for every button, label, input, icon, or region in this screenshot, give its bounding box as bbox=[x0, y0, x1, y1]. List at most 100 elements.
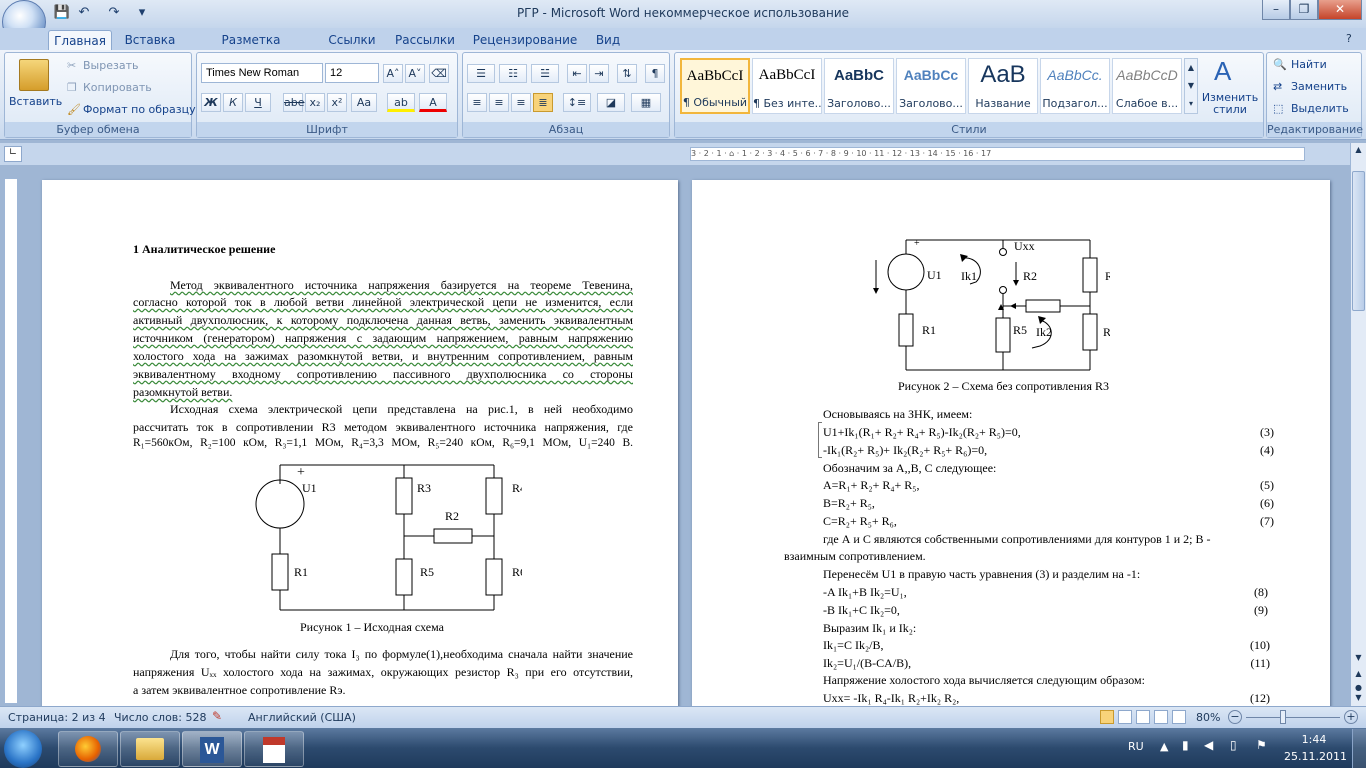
sort-icon[interactable]: ⇅ bbox=[617, 64, 637, 83]
outline-icon[interactable] bbox=[1154, 710, 1168, 724]
maximize-button[interactable]: ❐ bbox=[1290, 0, 1318, 20]
clear-format-icon[interactable]: ⌫ bbox=[429, 64, 449, 83]
start-button[interactable] bbox=[4, 730, 42, 768]
print-layout-icon[interactable] bbox=[1100, 710, 1114, 724]
font-size-combo[interactable]: 12 bbox=[325, 63, 379, 83]
tab-references[interactable]: Ссылки bbox=[322, 30, 382, 50]
browse-object-icon[interactable]: ● bbox=[1352, 683, 1365, 693]
style-heading-1[interactable]: AaBbC Заголово... bbox=[824, 58, 894, 114]
volume-icon[interactable]: ◀ bbox=[1204, 738, 1213, 752]
strike-button[interactable]: abe bbox=[283, 93, 305, 112]
taskbar-explorer[interactable] bbox=[120, 731, 180, 767]
action-center-icon[interactable]: ⚑ bbox=[1256, 738, 1267, 752]
word-count[interactable]: Число слов: 528 bbox=[114, 711, 207, 724]
u1-label: U1 bbox=[927, 268, 942, 282]
italic-button[interactable]: К bbox=[223, 93, 243, 112]
language-indicator[interactable]: Английский (США) bbox=[248, 711, 356, 724]
decrease-indent-icon[interactable]: ⇤ bbox=[567, 64, 587, 83]
page-2[interactable]: + U1 Uxx Ik1 R2 R4 R1 R5 Ik2 R6 Рисунок … bbox=[692, 180, 1330, 710]
tab-selector-icon[interactable]: ∟ bbox=[4, 146, 22, 162]
vertical-scrollbar[interactable]: ▲ ▼ ▲ ● ▼ bbox=[1350, 143, 1366, 706]
font-name-combo[interactable]: Times New Roman bbox=[201, 63, 323, 83]
help-icon[interactable]: ? bbox=[1346, 32, 1360, 46]
justify-icon[interactable]: ≣ bbox=[533, 93, 553, 112]
paste-button[interactable]: Вставить bbox=[9, 95, 62, 108]
bold-button[interactable]: Ж bbox=[201, 93, 221, 112]
scroll-thumb[interactable] bbox=[1352, 171, 1365, 311]
zoom-level[interactable]: 80% bbox=[1196, 711, 1220, 724]
align-center-icon[interactable]: ≡ bbox=[489, 93, 509, 112]
align-left-icon[interactable]: ≡ bbox=[467, 93, 487, 112]
proofing-icon[interactable]: ✎ bbox=[212, 709, 222, 723]
replace-button[interactable]: Заменить bbox=[1291, 80, 1347, 93]
style-heading-2[interactable]: AaBbCc Заголово... bbox=[896, 58, 966, 114]
change-case-button[interactable]: Aa bbox=[351, 93, 377, 112]
style-title[interactable]: AaB Название bbox=[968, 58, 1038, 114]
vertical-ruler[interactable] bbox=[4, 178, 18, 704]
numbering-icon[interactable]: ☷ bbox=[499, 64, 527, 83]
horizontal-ruler[interactable]: 3 · 2 · 1 · ⌂ · 1 · 2 · 3 · 4 · 5 · 6 · … bbox=[690, 147, 1305, 161]
style-subtitle[interactable]: AaBbCc. Подзагол... bbox=[1040, 58, 1110, 114]
draft-icon[interactable] bbox=[1172, 710, 1186, 724]
network-icon[interactable]: ▮ bbox=[1182, 738, 1189, 752]
font-color-icon[interactable]: A bbox=[419, 93, 447, 112]
input-language[interactable]: RU bbox=[1128, 740, 1144, 753]
equation-number: (10) bbox=[1250, 638, 1270, 652]
page-indicator[interactable]: Страница: 2 из 4 bbox=[8, 711, 106, 724]
bullets-icon[interactable]: ☰ bbox=[467, 64, 495, 83]
close-button[interactable]: ✕ bbox=[1318, 0, 1362, 20]
full-screen-reading-icon[interactable] bbox=[1118, 710, 1132, 724]
scroll-down-icon[interactable]: ▼ bbox=[1352, 653, 1365, 667]
show-marks-icon[interactable]: ¶ bbox=[645, 64, 665, 83]
equation-number: (9) bbox=[1254, 603, 1268, 617]
clock-time[interactable]: 1:44 bbox=[1292, 733, 1336, 746]
tab-insert[interactable]: Вставка bbox=[120, 30, 180, 50]
style-subtle-emphasis[interactable]: AaBbCcD Слабое в... bbox=[1112, 58, 1182, 114]
format-painter-button[interactable]: Формат по образцу bbox=[83, 103, 196, 116]
tab-home[interactable]: Главная bbox=[48, 30, 112, 50]
tab-view[interactable]: Вид bbox=[588, 30, 628, 50]
taskbar-acrobat[interactable] bbox=[244, 731, 304, 767]
web-layout-icon[interactable] bbox=[1136, 710, 1150, 724]
battery-icon[interactable]: ▯ bbox=[1230, 738, 1237, 752]
taskbar-word[interactable]: W bbox=[182, 731, 242, 767]
multilevel-list-icon[interactable]: ☱ bbox=[531, 64, 559, 83]
style-no-spacing[interactable]: AaBbCcI ¶ Без инте... bbox=[752, 58, 822, 114]
underline-button[interactable]: Ч bbox=[245, 93, 271, 112]
tray-arrow-icon[interactable]: ▲ bbox=[1160, 740, 1168, 753]
scroll-up-icon[interactable]: ▲ bbox=[1352, 145, 1365, 159]
grow-font-icon[interactable]: A˄ bbox=[383, 64, 403, 83]
minimize-button[interactable]: – bbox=[1262, 0, 1290, 20]
copy-button[interactable]: Копировать bbox=[83, 81, 152, 94]
shrink-font-icon[interactable]: A˅ bbox=[405, 64, 425, 83]
tab-mailings[interactable]: Рассылки bbox=[390, 30, 460, 50]
prev-page-icon[interactable]: ▲ bbox=[1352, 669, 1365, 683]
align-right-icon[interactable]: ≡ bbox=[511, 93, 531, 112]
zoom-in-icon[interactable]: + bbox=[1344, 710, 1358, 724]
line-spacing-icon[interactable]: ↕≡ bbox=[563, 93, 591, 112]
styles-scroll-icon[interactable]: ▲ ▼ ▾ bbox=[1184, 58, 1198, 114]
clock-date[interactable]: 25.11.2011 bbox=[1284, 750, 1347, 763]
paste-icon bbox=[19, 59, 49, 91]
borders-icon[interactable]: ▦ bbox=[631, 93, 661, 112]
superscript-button[interactable]: x² bbox=[327, 93, 347, 112]
select-button[interactable]: Выделить bbox=[1291, 102, 1349, 115]
taskbar-firefox[interactable] bbox=[58, 731, 118, 767]
highlight-icon[interactable]: ab bbox=[387, 93, 415, 112]
pdf-icon bbox=[263, 737, 285, 763]
zoom-out-icon[interactable]: − bbox=[1228, 710, 1242, 724]
style-normal[interactable]: AaBbCcI ¶ Обычный bbox=[680, 58, 750, 114]
tab-page-layout[interactable]: Разметка страницы bbox=[190, 30, 312, 67]
tab-review[interactable]: Рецензирование bbox=[470, 30, 580, 50]
cut-button[interactable]: Вырезать bbox=[83, 59, 138, 72]
zoom-slider[interactable] bbox=[1280, 710, 1286, 724]
subscript-button[interactable]: x₂ bbox=[305, 93, 325, 112]
increase-indent-icon[interactable]: ⇥ bbox=[589, 64, 609, 83]
show-desktop-button[interactable] bbox=[1352, 729, 1366, 768]
page-1[interactable]: 1 Аналитическое решение Метод эквивалент… bbox=[42, 180, 678, 710]
find-button[interactable]: Найти bbox=[1291, 58, 1327, 71]
change-styles-button[interactable]: Изменить стили bbox=[1200, 92, 1260, 116]
shading-icon[interactable]: ◪ bbox=[597, 93, 625, 112]
next-page-icon[interactable]: ▼ bbox=[1352, 693, 1365, 705]
change-styles-icon: A bbox=[1214, 56, 1232, 86]
